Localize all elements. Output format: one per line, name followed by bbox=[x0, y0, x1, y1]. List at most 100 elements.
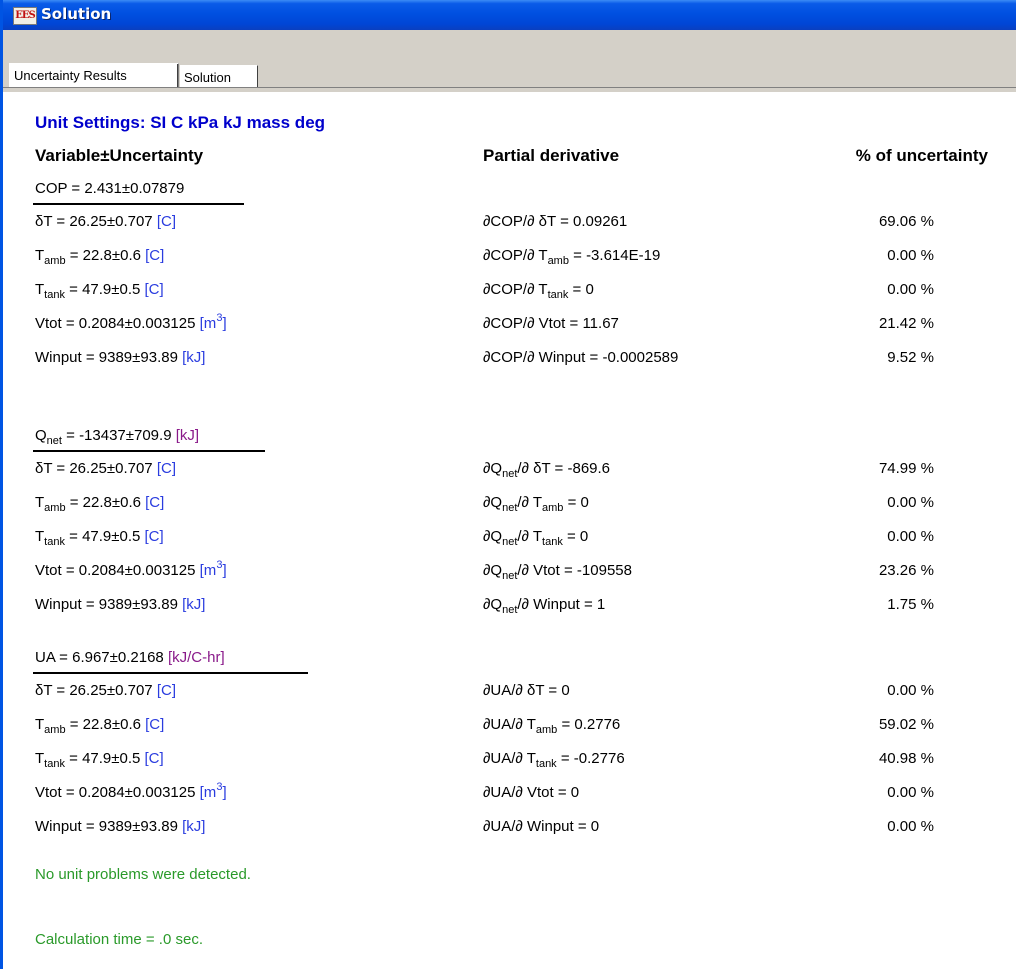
derivative-numerator: ∂Q bbox=[483, 562, 503, 579]
variable-unit: [C] bbox=[144, 281, 164, 298]
variable-value: = 9389±93.89 bbox=[81, 349, 178, 366]
percent-uncertainty-cell: 0.00 % bbox=[887, 281, 934, 298]
variable-value: = 0.2084±0.003125 bbox=[61, 315, 196, 332]
variable-name: Winput bbox=[35, 818, 82, 835]
unit-check-message: No unit problems were detected. bbox=[35, 866, 251, 883]
variable-unit: [C] bbox=[144, 528, 164, 545]
percent-uncertainty-cell: 59.02 % bbox=[878, 716, 934, 733]
derivative-numerator: ∂COP/∂ T bbox=[483, 281, 548, 298]
tab-divider bbox=[3, 87, 1016, 88]
variable-cell: Ttank = 47.9±0.5 [C] bbox=[35, 528, 164, 548]
variable-subscript: amb bbox=[44, 724, 66, 736]
variable-value: = 26.25±0.707 bbox=[52, 460, 153, 477]
unit-settings: Unit Settings: SI C kPa kJ mass deg bbox=[35, 113, 326, 132]
variable-name: Vtot bbox=[35, 784, 62, 801]
percent-uncertainty-cell: 40.98 % bbox=[878, 750, 934, 767]
result-value: = 6.967±0.2168 bbox=[55, 649, 164, 666]
variable-value: = 47.9±0.5 bbox=[64, 750, 141, 767]
variable-value: = 22.8±0.6 bbox=[65, 716, 141, 733]
percent-uncertainty-cell: 0.00 % bbox=[887, 494, 934, 511]
percent-uncertainty-cell: 74.99 % bbox=[878, 460, 934, 477]
variable-unit: [C] bbox=[145, 716, 165, 733]
partial-derivative-cell: ∂UA/∂ δT = 0 bbox=[483, 682, 570, 699]
derivative-numerator: ∂Q bbox=[483, 528, 503, 545]
variable-name: T bbox=[35, 494, 45, 511]
derivative-subscript: net bbox=[502, 536, 518, 548]
derivative-value: = 0 bbox=[563, 494, 589, 511]
percent-uncertainty-cell: 69.06 % bbox=[878, 213, 934, 230]
derivative-value: = 0.09261 bbox=[555, 213, 628, 230]
variable-unit: [kJ] bbox=[182, 596, 206, 613]
tab-solution[interactable]: Solution bbox=[180, 65, 258, 87]
derivative-subscript-2: amb bbox=[542, 502, 564, 514]
variable-value: = 9389±93.89 bbox=[81, 596, 178, 613]
partial-derivative-cell: ∂COP/∂ δT = 0.09261 bbox=[483, 213, 627, 230]
variable-unit: [C] bbox=[145, 494, 165, 511]
variable-unit: [kJ] bbox=[182, 818, 206, 835]
result-name: Q bbox=[35, 427, 47, 444]
derivative-subscript: net bbox=[502, 468, 518, 480]
result-underline bbox=[33, 203, 244, 205]
derivative-numerator: ∂COP/∂ δT bbox=[483, 213, 556, 230]
variable-cell: δT = 26.25±0.707 [C] bbox=[35, 213, 176, 230]
variable-subscript: tank bbox=[44, 536, 65, 548]
header-percent-uncertainty: % of uncertainty bbox=[855, 146, 988, 165]
percent-uncertainty-cell: 1.75 % bbox=[887, 596, 934, 613]
derivative-value: = -869.6 bbox=[550, 460, 611, 477]
variable-value: = 22.8±0.6 bbox=[65, 494, 141, 511]
derivative-numerator: ∂UA/∂ Vtot bbox=[483, 784, 554, 801]
result-value: = -13437±709.9 bbox=[61, 427, 172, 444]
solution-window: EES Solution Uncertainty Results Solutio… bbox=[0, 0, 1016, 969]
derivative-subscript: amb bbox=[547, 255, 569, 267]
partial-derivative-cell: ∂COP/∂ Winput = -0.0002589 bbox=[483, 349, 678, 366]
percent-uncertainty-cell: 0.00 % bbox=[887, 247, 934, 264]
variable-unit: [kJ] bbox=[182, 349, 206, 366]
derivative-subscript: net bbox=[502, 570, 518, 582]
percent-uncertainty-cell: 0.00 % bbox=[887, 818, 934, 835]
result-underline bbox=[33, 450, 265, 452]
derivative-subscript: net bbox=[502, 502, 518, 514]
derivative-numerator: ∂COP/∂ T bbox=[483, 247, 548, 264]
variable-unit: [C] bbox=[144, 750, 164, 767]
variable-subscript: tank bbox=[44, 758, 65, 770]
variable-value: = 47.9±0.5 bbox=[64, 528, 141, 545]
partial-derivative-cell: ∂Qnet/∂ Vtot = -109558 bbox=[483, 562, 632, 582]
tab-strip: Uncertainty Results Solution bbox=[3, 30, 1016, 92]
derivative-numerator: ∂UA/∂ Winput bbox=[483, 818, 574, 835]
result-subscript: net bbox=[46, 435, 62, 447]
derivative-value: = 0.2776 bbox=[557, 716, 621, 733]
ees-app-icon: EES bbox=[13, 7, 37, 25]
result-line: Qnet = -13437±709.9 [kJ] bbox=[35, 427, 199, 447]
derivative-numerator: ∂UA/∂ T bbox=[483, 750, 536, 767]
result-name: COP bbox=[35, 180, 68, 197]
result-unit: [kJ/C-hr] bbox=[167, 649, 225, 666]
variable-subscript: amb bbox=[44, 502, 66, 514]
variable-value: = 26.25±0.707 bbox=[52, 682, 153, 699]
variable-cell: δT = 26.25±0.707 [C] bbox=[35, 460, 176, 477]
variable-unit: [m3] bbox=[199, 312, 227, 333]
variable-name: T bbox=[35, 528, 45, 545]
derivative-numerator: ∂COP/∂ Vtot bbox=[483, 315, 566, 332]
variable-unit: [C] bbox=[156, 213, 176, 230]
percent-uncertainty-cell: 23.26 % bbox=[878, 562, 934, 579]
derivative-denominator: /∂ δT bbox=[517, 460, 551, 477]
derivative-denominator: /∂ T bbox=[517, 494, 543, 511]
calculation-time-message: Calculation time = .0 sec. bbox=[35, 931, 203, 948]
partial-derivative-cell: ∂COP/∂ Ttank = 0 bbox=[483, 281, 594, 301]
percent-uncertainty-cell: 0.00 % bbox=[887, 784, 934, 801]
variable-name: Vtot bbox=[35, 562, 62, 579]
derivative-value: = 0 bbox=[544, 682, 570, 699]
tab-uncertainty-results[interactable]: Uncertainty Results bbox=[9, 63, 179, 87]
derivative-value: = 0 bbox=[568, 281, 594, 298]
variable-unit: [C] bbox=[156, 682, 176, 699]
variable-cell: Winput = 9389±93.89 [kJ] bbox=[35, 596, 205, 613]
variable-cell: Winput = 9389±93.89 [kJ] bbox=[35, 349, 205, 366]
derivative-numerator: ∂UA/∂ δT bbox=[483, 682, 545, 699]
title-bar[interactable]: EES Solution bbox=[3, 0, 1016, 30]
variable-value: = 22.8±0.6 bbox=[65, 247, 141, 264]
unit-superscript: 3 bbox=[216, 312, 223, 324]
variable-name: T bbox=[35, 750, 45, 767]
unit-superscript: 3 bbox=[216, 559, 223, 571]
derivative-subscript-2: tank bbox=[542, 536, 563, 548]
result-value: = 2.431±0.07879 bbox=[67, 180, 185, 197]
